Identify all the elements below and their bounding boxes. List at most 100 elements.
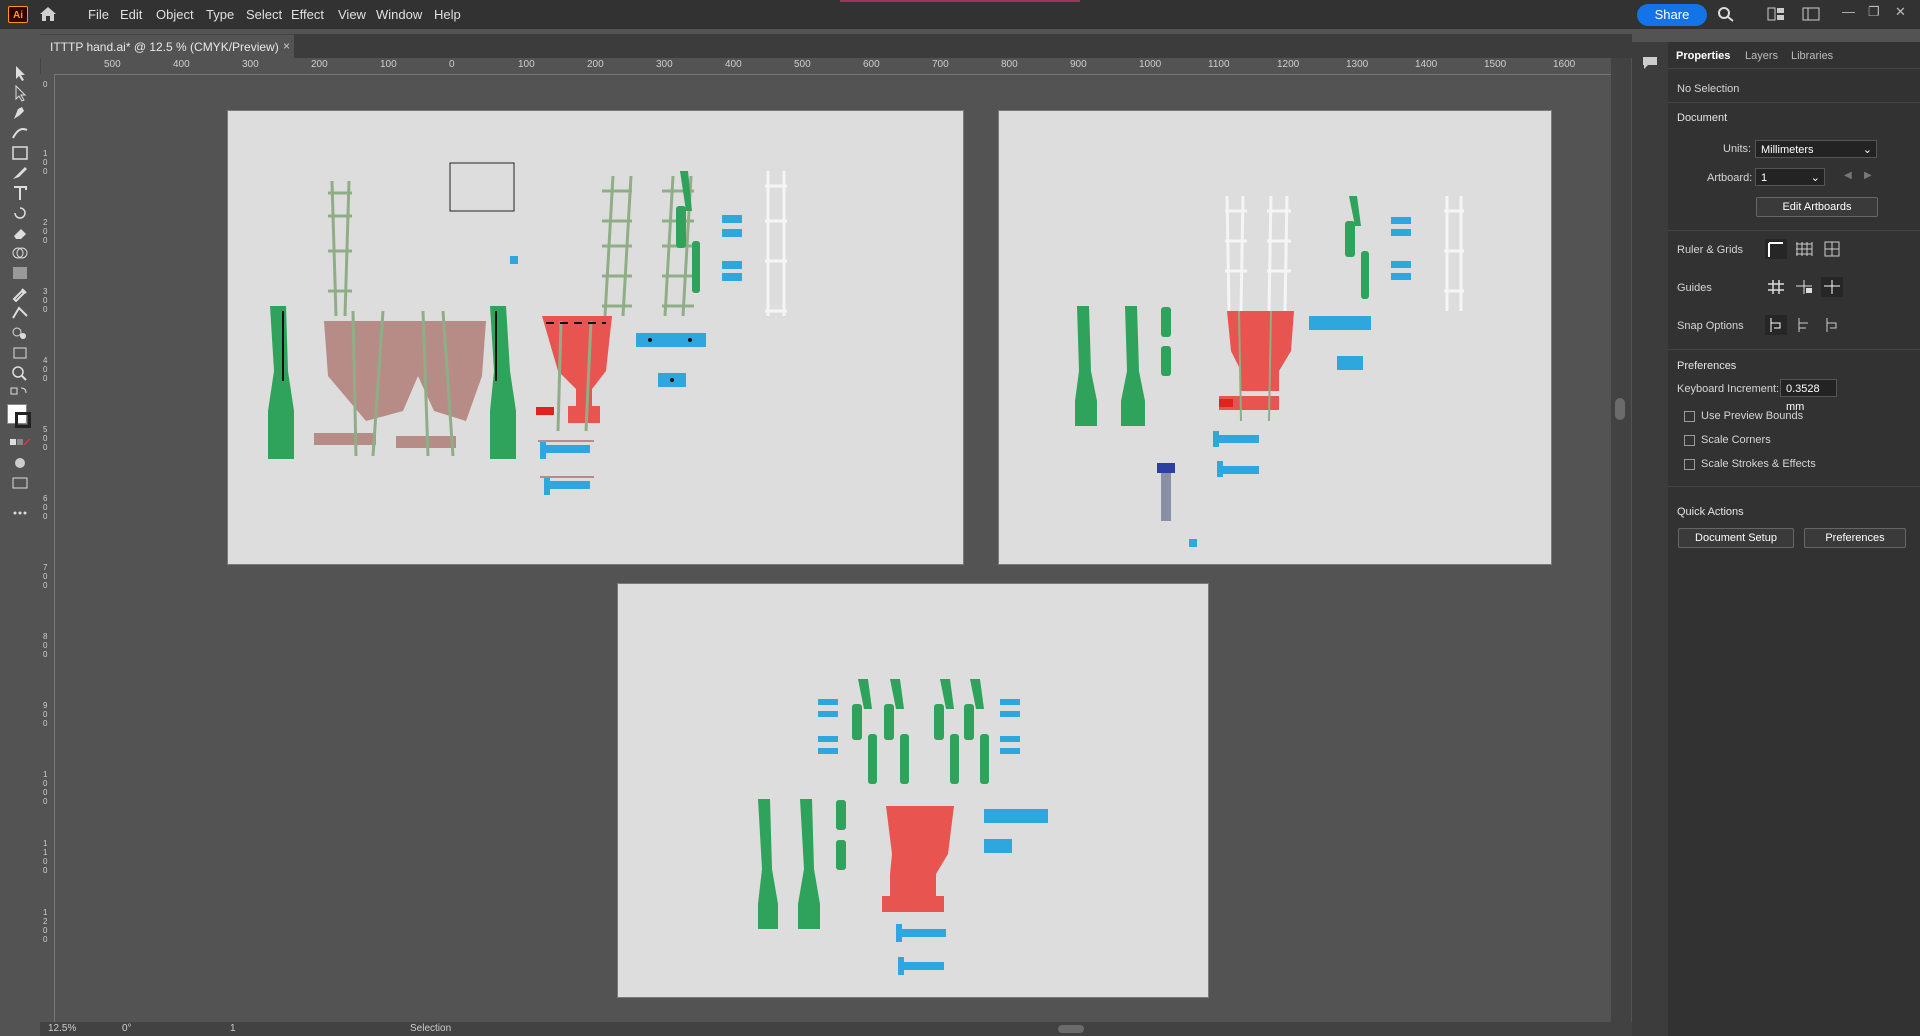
stroke-swatch[interactable] [15,412,31,428]
type-tool-icon[interactable] [9,184,31,202]
artboard-1[interactable] [227,110,964,565]
tab-libraries[interactable]: Libraries [1791,50,1833,62]
app-logo: Ai [8,6,28,23]
menu-file[interactable]: File [88,7,109,22]
ruler-tick-label: 300 [656,59,673,70]
vertical-scroll-thumb[interactable] [1615,398,1625,420]
screen-mode-icon[interactable] [9,474,31,492]
zoom-level[interactable]: 12.5% [48,1023,76,1034]
keyboard-increment-label: Keyboard Increment: [1677,383,1780,395]
document-tab[interactable]: ITTTP hand.ai* @ 12.5 % (CMYK/Preview) × [40,34,294,59]
color-mode-icon[interactable] [9,434,31,452]
artboard-3[interactable] [617,583,1209,998]
share-label: Share [1654,7,1690,22]
artboard-1-artwork [268,162,787,495]
snap-to-glyph-icon[interactable] [1820,314,1844,336]
blend-tool-icon[interactable] [9,304,31,322]
rotation-value[interactable]: 0° [122,1023,132,1034]
transparency-grid-icon[interactable] [1820,238,1844,260]
menu-edit[interactable]: Edit [120,7,142,22]
swap-fill-stroke-icon[interactable] [9,384,31,402]
menu-select[interactable]: Select [246,7,282,22]
rectangle-tool-icon[interactable] [9,144,31,162]
vertical-scrollbar[interactable] [1611,58,1631,1022]
selection-tool-icon[interactable] [9,64,31,82]
eyedropper-tool-icon[interactable] [9,284,31,302]
chevron-down-icon: ⌄ [1862,144,1872,156]
menu-object[interactable]: Object [156,7,194,22]
artboard-number[interactable]: 1 [230,1023,236,1034]
menu-view[interactable]: View [338,7,366,22]
menu-window[interactable]: Window [376,7,422,22]
grid-icon[interactable] [1792,238,1816,260]
ruler-tick-label: 1 0 0 [43,149,48,176]
guides-visibility-icon[interactable] [1764,276,1788,298]
ruler-icon[interactable] [1764,238,1788,260]
ruler-tick-label: 500 [794,59,811,70]
ruler-tick-label: 100 [380,59,397,70]
direct-selection-tool-icon[interactable] [9,84,31,102]
guides-label: Guides [1677,282,1712,294]
scale-strokes-checkbox[interactable] [1684,459,1695,470]
ruler-grids-label: Ruler & Grids [1677,244,1744,256]
tab-layers[interactable]: Layers [1745,50,1778,62]
close-window-button[interactable]: ✕ [1895,4,1906,20]
units-select[interactable]: Millimeters ⌄ [1755,140,1877,158]
draw-mode-icon[interactable] [9,454,31,472]
snap-to-pixel-icon[interactable] [1792,314,1816,336]
ruler-tick-label: 300 [242,59,259,70]
horizontal-ruler[interactable]: 500 400 300 200 100 0 100 200 300 400 500 600 700 800… [44,58,1614,75]
preferences-button[interactable]: Preferences [1804,528,1906,548]
keyboard-increment-input[interactable]: 0.3528 mm [1780,379,1837,413]
menu-type[interactable]: Type [206,7,234,22]
artboard-select[interactable]: 1 ⌄ [1755,168,1825,186]
smart-guides-icon[interactable] [1820,276,1844,298]
more-tools-icon[interactable] [9,504,31,522]
share-button[interactable]: Share [1637,4,1707,26]
arrange-documents-icon[interactable] [1767,6,1785,22]
properties-panel: Properties Layers Libraries No Selection… [1668,42,1920,1036]
paintbrush-tool-icon[interactable] [9,164,31,182]
use-preview-bounds-checkbox[interactable] [1684,411,1695,422]
vertical-ruler[interactable]: 0 1 0 0 2 0 0 3 0 0 4 0 0 5 0 0 6 0 0 7 0 0 8 0 … [40,74,55,1022]
canvas[interactable] [55,75,1610,1022]
workspace-icon[interactable] [1802,6,1820,22]
units-value: Millimeters [1761,144,1814,156]
close-tab-icon[interactable]: × [283,39,290,53]
search-icon[interactable] [1717,6,1735,22]
gradient-tool-icon[interactable] [9,264,31,282]
document-setup-button[interactable]: Document Setup [1678,528,1794,548]
artboard-2[interactable] [998,110,1552,565]
minimize-button[interactable]: — [1842,4,1855,19]
zoom-tool-icon[interactable] [9,364,31,382]
shape-builder-tool-icon[interactable] [9,244,31,262]
previous-artboard-icon[interactable]: ◀ [1844,170,1852,181]
ruler-tick-label: 1 2 0 0 [43,908,48,944]
curvature-tool-icon[interactable] [9,124,31,142]
ruler-tick-label: 9 0 0 [43,701,48,728]
document-title: ITTTP hand.ai* @ 12.5 % (CMYK/Preview) [50,40,279,54]
menu-help[interactable]: Help [434,7,461,22]
pen-tool-icon[interactable] [9,104,31,122]
scale-corners-checkbox[interactable] [1684,435,1695,446]
document-header: Document [1677,112,1728,124]
artboard-value: 1 [1761,172,1768,184]
rotate-tool-icon[interactable] [9,204,31,222]
ruler-tick-label: 6 0 0 [43,494,48,521]
comments-icon[interactable] [1642,56,1658,70]
symbol-sprayer-tool-icon[interactable] [9,324,31,342]
artboard-tool-icon[interactable] [9,344,31,362]
maximize-button[interactable]: ❐ [1868,4,1880,20]
menu-effect[interactable]: Effect [291,7,324,22]
eraser-tool-icon[interactable] [9,224,31,242]
snap-to-point-icon[interactable] [1764,314,1788,336]
tab-properties[interactable]: Properties [1676,50,1730,62]
next-artboard-icon[interactable]: ▶ [1864,170,1872,181]
ruler-tick-label: 1400 [1415,59,1438,70]
home-icon[interactable] [38,5,58,23]
lock-guides-icon[interactable] [1792,276,1816,298]
horizontal-scroll-thumb[interactable] [1058,1025,1084,1033]
ruler-tick-label: 200 [311,59,328,70]
artboard-label: Artboard: [1707,172,1753,184]
edit-artboards-button[interactable]: Edit Artboards [1756,197,1878,217]
